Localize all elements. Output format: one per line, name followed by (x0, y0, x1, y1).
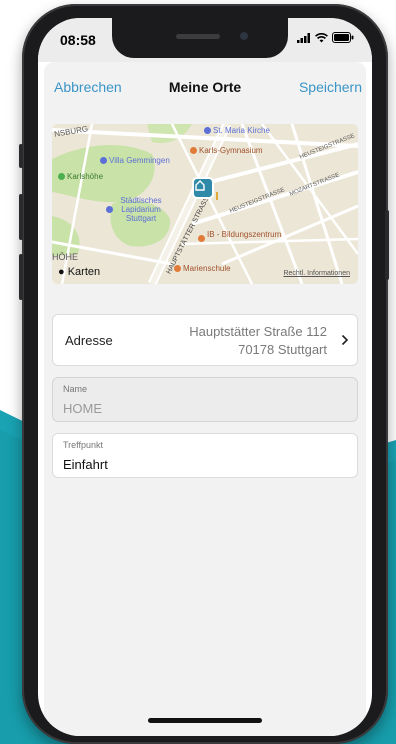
status-icons (297, 32, 354, 43)
museum-icon (106, 206, 113, 213)
name-field-label: Name (63, 384, 88, 394)
poi-lapidarium: Städtisches Lapidarium Stuttgart (106, 196, 167, 223)
poi-marienschule-label: Marienschule (183, 264, 231, 273)
home-icon (195, 180, 205, 191)
church-icon (204, 127, 211, 134)
maps-brand: Karten (67, 266, 101, 278)
address-label: Adresse (65, 333, 113, 348)
nav-bar: Abbrechen Meine Orte Speichern (44, 62, 366, 108)
poi-villa-label: Villa Gemmingen (109, 156, 170, 165)
apple-logo-icon: ● (58, 266, 65, 278)
home-location-pin[interactable] (192, 177, 214, 199)
name-field-value: HOME (63, 401, 102, 416)
power-button (385, 210, 389, 280)
meeting-point-field[interactable]: Treffpunkt Einfahrt (52, 433, 358, 478)
address-line-2: 70178 Stuttgart (238, 342, 327, 357)
poi-karlshoehe: Karlshöhe (58, 172, 103, 181)
pin-marker (212, 192, 218, 200)
poi-karlshoehe-label: Karlshöhe (67, 172, 104, 181)
address-value: Hauptstätter Straße 112 70178 Stuttgart (189, 323, 327, 359)
name-field[interactable]: Name HOME (52, 377, 358, 422)
notch (112, 18, 288, 58)
poi-karls-gymnasium-label: Karls-Gymnasium (199, 146, 263, 155)
school-icon (190, 147, 197, 154)
poi-villa-gemmingen: Villa Gemmingen (100, 156, 170, 165)
front-camera (240, 32, 248, 40)
meeting-point-value: Einfahrt (63, 457, 108, 472)
maps-attribution: ● Karten (58, 266, 100, 278)
phone-screen: 08:58 Abbrechen Meine Orte Speichern NSB… (38, 18, 372, 736)
poi-st-maria-label: St. Maria Kirche (213, 126, 270, 135)
wifi-icon (315, 32, 328, 42)
poi-ib-bildungszentrum: IB - Bildungszentrum (198, 230, 287, 242)
volume-down-button (19, 254, 23, 300)
address-row[interactable]: Adresse Hauptstätter Straße 112 70178 St… (52, 314, 358, 366)
status-time: 08:58 (60, 32, 96, 48)
map-label-hoehe: HÖHE (52, 252, 79, 262)
poi-marienschule: Marienschule (174, 264, 231, 273)
chevron-right-icon (341, 334, 349, 346)
poi-st-maria: St. Maria Kirche (204, 126, 270, 135)
park-icon (58, 173, 65, 180)
meeting-point-label: Treffpunkt (63, 440, 104, 450)
landmark-icon (100, 157, 107, 164)
mute-switch (19, 144, 23, 168)
education-icon (198, 235, 205, 242)
volume-up-button (19, 194, 23, 240)
poi-karls-gymnasium: Karls-Gymnasium (190, 146, 263, 155)
speaker (176, 34, 220, 39)
poi-lapidarium-label: Städtisches Lapidarium Stuttgart (120, 196, 162, 223)
places-sheet: Abbrechen Meine Orte Speichern NSBURG St… (44, 62, 366, 736)
location-map[interactable]: NSBURG St. Maria Kirche Karls-Gymnasium … (52, 124, 358, 284)
poi-ib-label: IB - Bildungszentrum (207, 230, 282, 239)
home-indicator[interactable] (148, 718, 262, 723)
save-button[interactable]: Speichern (299, 79, 362, 95)
battery-icon (332, 32, 354, 43)
signal-icon (297, 32, 310, 43)
legal-link[interactable]: Rechtl. Informationen (283, 270, 350, 277)
address-line-1: Hauptstätter Straße 112 (189, 324, 327, 339)
